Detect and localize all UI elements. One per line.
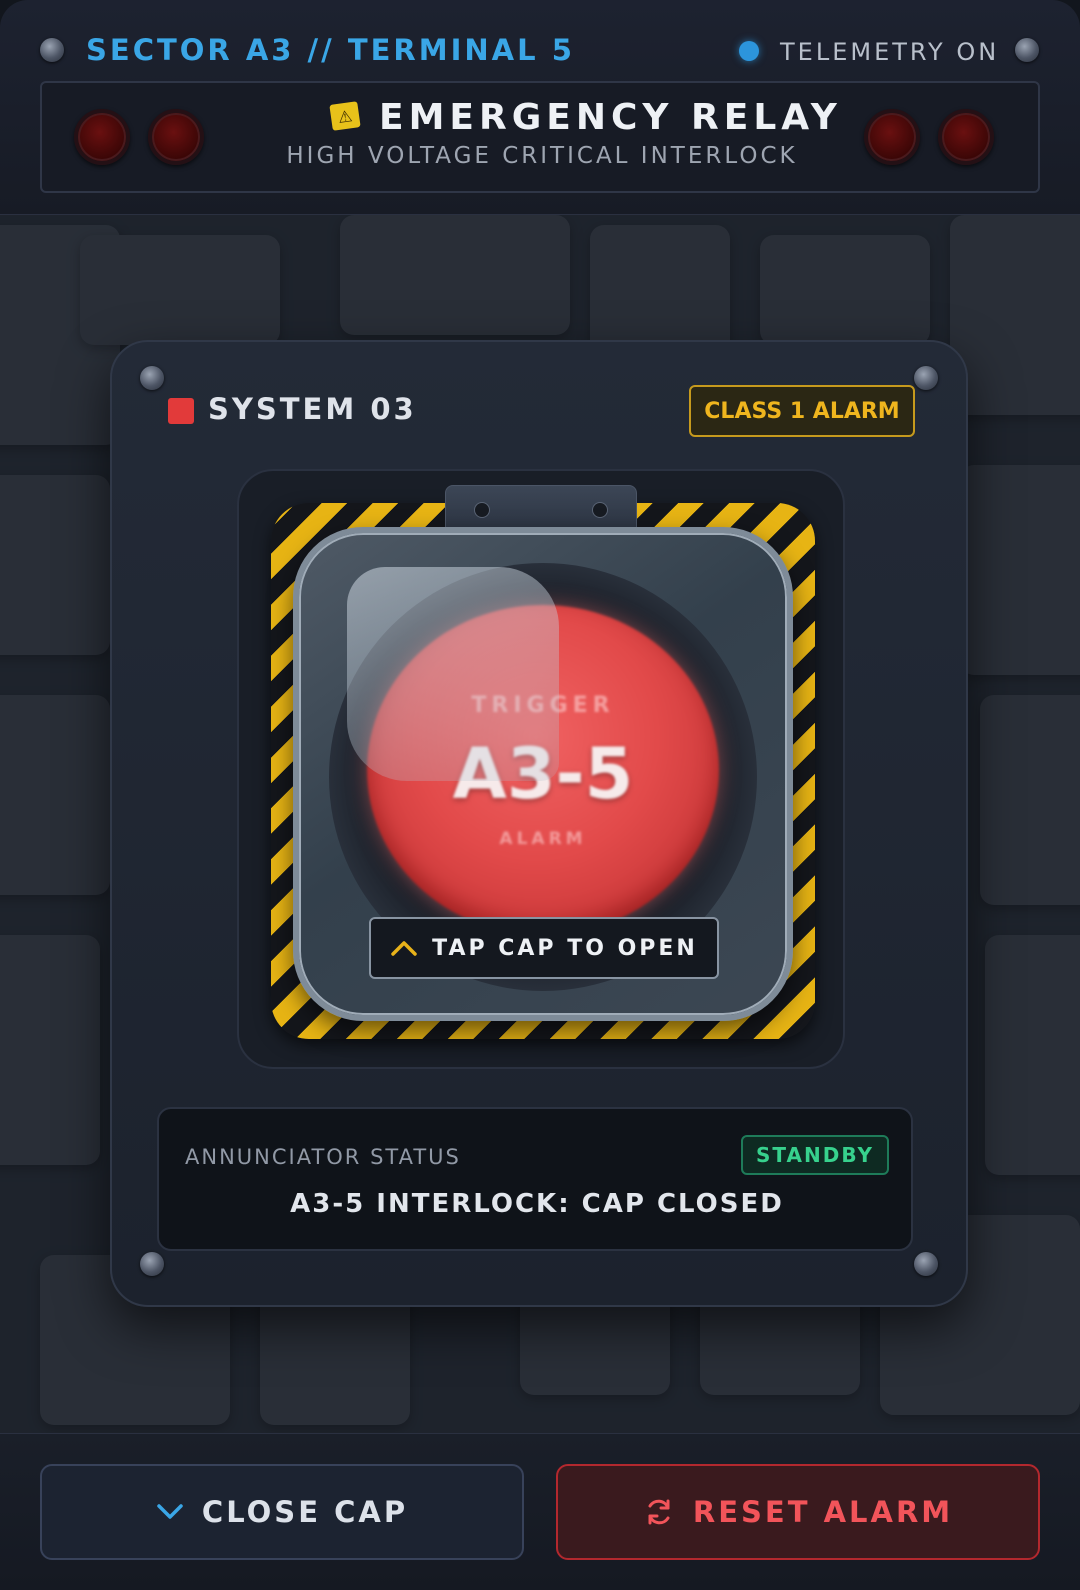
refresh-icon <box>648 1499 670 1525</box>
annunciator-status-box: ANNUNCIATOR STATUS STANDBY A3-5 INTERLOC… <box>157 1107 913 1251</box>
chevron-up-icon <box>391 941 417 956</box>
trigger-button-bottom-text: ALARM <box>499 829 587 849</box>
close-cap-label: CLOSE CAP <box>201 1495 409 1529</box>
alarm-class-badge: CLASS 1 ALARM <box>689 385 915 437</box>
relay-title: EMERGENCY RELAY <box>379 97 842 138</box>
screw-icon <box>40 38 64 62</box>
indicator-lamp <box>864 109 920 165</box>
telemetry-status: TELEMETRY ON <box>780 38 1000 66</box>
indicator-lamp <box>938 109 994 165</box>
footer-bar: CLOSE CAP RESET ALARM <box>0 1433 1080 1590</box>
cap-hinge <box>445 485 637 533</box>
chevron-down-icon <box>157 1504 183 1519</box>
screw-icon <box>140 366 164 390</box>
relay-title-box: ⚠ EMERGENCY RELAY HIGH VOLTAGE CRITICAL … <box>40 81 1040 193</box>
system-label: SYSTEM 03 <box>208 392 417 426</box>
alarm-panel: SYSTEM 03 CLASS 1 ALARM TRIGGER A3-5 ALA… <box>110 340 968 1307</box>
tap-cap-to-open-button[interactable]: TAP CAP TO OPEN <box>369 917 719 979</box>
header-bar: SECTOR A3 // TERMINAL 5 TELEMETRY ON ⚠ E… <box>0 0 1080 215</box>
status-caption: ANNUNCIATOR STATUS <box>185 1145 461 1169</box>
cap-glare <box>347 567 559 781</box>
screw-icon <box>914 1252 938 1276</box>
telemetry-indicator-icon <box>739 41 759 61</box>
screw-icon <box>914 366 938 390</box>
status-badge: STANDBY <box>741 1135 889 1175</box>
reset-alarm-button[interactable]: RESET ALARM <box>556 1464 1040 1560</box>
status-message: A3-5 INTERLOCK: CAP CLOSED <box>290 1189 784 1219</box>
tap-cap-label: TAP CAP TO OPEN <box>432 935 698 961</box>
sector-label: SECTOR A3 // TERMINAL 5 <box>86 33 575 67</box>
warning-sticker-icon: ⚠ <box>329 101 361 131</box>
close-cap-button[interactable]: CLOSE CAP <box>40 1464 524 1560</box>
safety-cap[interactable]: TRIGGER A3-5 ALARM TAP CAP TO OPEN <box>293 527 793 1021</box>
system-status-icon <box>168 398 194 424</box>
screw-icon <box>1015 38 1039 62</box>
screw-icon <box>140 1252 164 1276</box>
button-housing: TRIGGER A3-5 ALARM TAP CAP TO OPEN <box>237 469 845 1069</box>
reset-alarm-label: RESET ALARM <box>692 1495 954 1529</box>
